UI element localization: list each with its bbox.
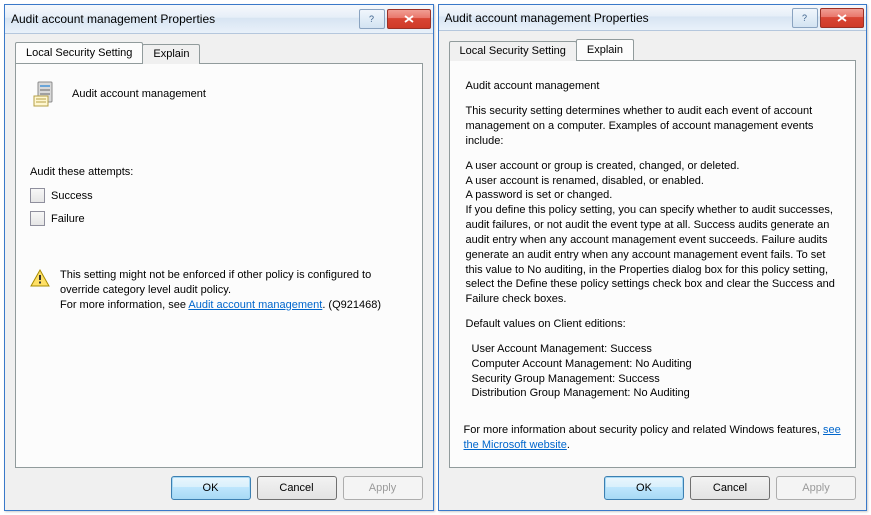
ok-button[interactable]: OK [604,476,684,500]
button-row: OK Cancel Apply [15,468,423,500]
policy-name: Audit account management [72,88,206,100]
explain-l2: A user account is renamed, disabled, or … [466,174,836,189]
explain-heading: Audit account management [466,79,836,94]
attempts-label: Audit these attempts: [30,166,408,178]
dialog-local: Audit account management Properties ? Lo… [4,4,434,511]
tab-explain[interactable]: Explain [142,44,200,64]
warning-line2-suffix: . (Q921468) [322,299,381,311]
footer-suffix: . [567,439,570,451]
warning-block: This setting might not be enforced if ot… [30,268,408,313]
tabpanel-local: Audit account management Audit these att… [15,63,423,468]
button-label: OK [636,482,652,494]
tab-local-security[interactable]: Local Security Setting [15,42,143,63]
button-label: Cancel [279,482,313,494]
close-button[interactable] [387,9,431,29]
tabpanel-explain: Audit account management This security s… [449,60,857,468]
titlebar: Audit account management Properties ? [5,5,433,34]
explain-p2: If you define this policy setting, you c… [466,203,836,307]
policy-header: Audit account management [30,78,408,110]
tab-label: Local Security Setting [460,45,566,57]
explain-d4: Distribution Group Management: No Auditi… [472,386,836,401]
button-label: Apply [369,482,397,494]
tab-label: Explain [153,48,189,60]
checkbox-failure[interactable] [30,211,45,226]
explain-l3: A password is set or changed. [466,188,836,203]
explain-d1: User Account Management: Success [472,342,836,357]
button-label: OK [203,482,219,494]
explain-p3: Default values on Client editions: [466,317,836,332]
tab-label: Explain [587,44,623,56]
checkbox-success-label: Success [51,190,93,202]
warning-line2-prefix: For more information, see [60,299,188,311]
warning-line1: This setting might not be enforced if ot… [60,269,371,296]
apply-button[interactable]: Apply [343,476,423,500]
svg-text:?: ? [369,14,374,24]
help-icon: ? [367,14,377,24]
client-area: Local Security Setting Explain Audit acc… [5,34,433,510]
explain-scroll[interactable]: Audit account management This security s… [464,75,842,415]
checkbox-success[interactable] [30,188,45,203]
explain-d3: Security Group Management: Success [472,372,836,387]
warning-link[interactable]: Audit account management [188,299,322,311]
titlebar: Audit account management Properties ? [439,5,867,31]
help-icon: ? [800,13,810,23]
explain-p1: This security setting determines whether… [466,104,836,149]
client-area: Local Security Setting Explain Audit acc… [439,31,867,510]
warning-text: This setting might not be enforced if ot… [60,268,408,313]
window-title: Audit account management Properties [11,12,357,26]
explain-d2: Computer Account Management: No Auditing [472,357,836,372]
tab-local-security[interactable]: Local Security Setting [449,41,577,61]
tab-label: Local Security Setting [26,47,132,59]
footer-prefix: For more information about security poli… [464,424,824,436]
svg-text:?: ? [802,13,807,23]
button-label: Cancel [713,482,747,494]
cancel-button[interactable]: Cancel [690,476,770,500]
button-label: Apply [802,482,830,494]
dialog-explain: Audit account management Properties ? Lo… [438,4,868,511]
checkbox-failure-label: Failure [51,213,85,225]
policy-icon [30,78,62,110]
help-button[interactable]: ? [792,8,818,28]
checkbox-success-row: Success [30,188,408,203]
tabstrip: Local Security Setting Explain [15,42,423,63]
apply-button[interactable]: Apply [776,476,856,500]
button-row: OK Cancel Apply [449,468,857,500]
warning-icon [30,268,50,288]
explain-footer: For more information about security poli… [464,423,842,453]
tabstrip: Local Security Setting Explain [449,39,857,60]
close-icon [403,14,415,24]
close-button[interactable] [820,8,864,28]
window-title: Audit account management Properties [445,11,791,25]
ok-button[interactable]: OK [171,476,251,500]
close-icon [836,13,848,23]
tab-explain[interactable]: Explain [576,39,634,60]
explain-l1: A user account or group is created, chan… [466,159,836,174]
help-button[interactable]: ? [359,9,385,29]
checkbox-failure-row: Failure [30,211,408,226]
cancel-button[interactable]: Cancel [257,476,337,500]
